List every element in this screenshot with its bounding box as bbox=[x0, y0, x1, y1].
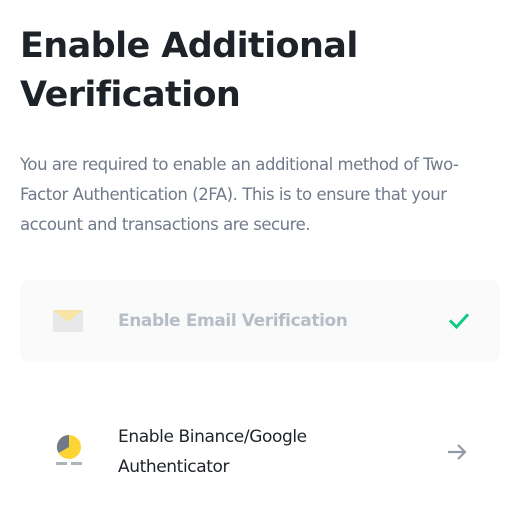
email-envelope-icon bbox=[52, 304, 84, 336]
enable-email-verification-option[interactable]: Enable Email Verification bbox=[20, 280, 500, 362]
email-verification-label: Enable Email Verification bbox=[118, 311, 348, 331]
enable-authenticator-option[interactable]: Enable Binance/Google Authenticator bbox=[20, 410, 500, 492]
authenticator-icon bbox=[53, 434, 85, 466]
authenticator-label: Enable Binance/Google Authenticator bbox=[118, 427, 307, 477]
page-description: You are required to enable an additional… bbox=[20, 155, 459, 234]
checkmark-icon bbox=[448, 310, 470, 332]
page-title: Enable Additional Verification bbox=[20, 26, 358, 115]
arrow-right-icon bbox=[446, 441, 468, 463]
